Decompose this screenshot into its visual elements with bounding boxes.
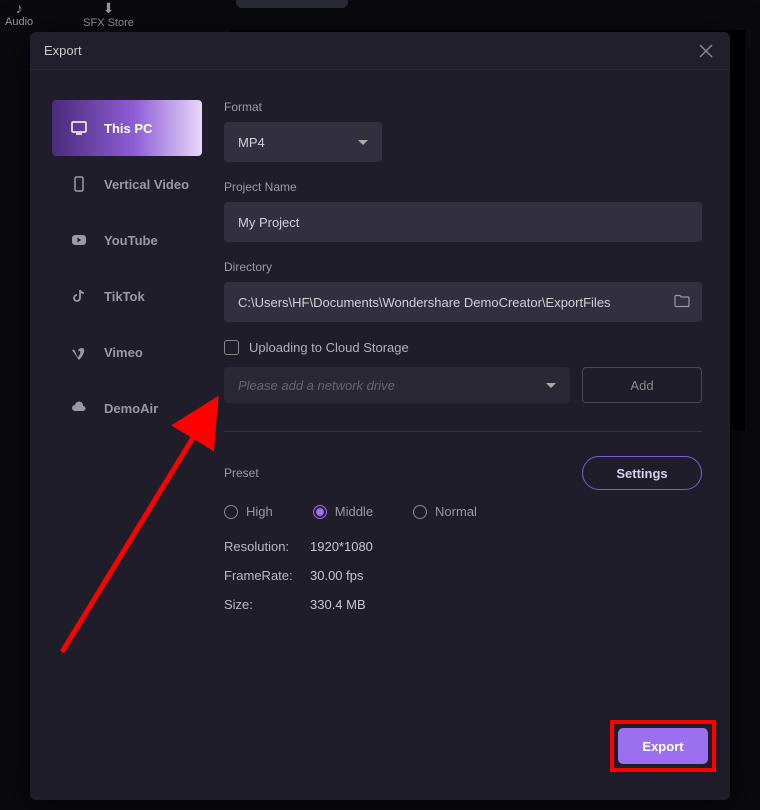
monitor-icon: [70, 119, 88, 137]
settings-button[interactable]: Settings: [582, 456, 702, 490]
sidebar-item-label: Vertical Video: [104, 177, 189, 192]
chevron-down-icon: [358, 140, 368, 145]
vimeo-icon: [70, 343, 88, 361]
close-button[interactable]: [696, 41, 716, 61]
cloud-icon: [70, 399, 88, 417]
export-button[interactable]: Export: [618, 728, 708, 764]
project-name-input[interactable]: [224, 202, 702, 242]
music-icon: ♪: [5, 0, 33, 16]
close-icon: [699, 44, 713, 58]
network-drive-placeholder: Please add a network drive: [238, 378, 395, 393]
project-name-label: Project Name: [224, 180, 702, 194]
folder-browse-button[interactable]: [674, 294, 690, 311]
bg-sfx-tab: ⬇ SFX Store: [83, 0, 134, 30]
sidebar-item-label: DemoAir: [104, 401, 158, 416]
preset-option-label: High: [246, 504, 273, 519]
preset-middle-radio[interactable]: Middle: [313, 504, 373, 519]
bg-audio-label: Audio: [5, 16, 33, 28]
tiktok-icon: [70, 287, 88, 305]
sidebar-item-label: Vimeo: [104, 345, 143, 360]
bg-audio-tab: ♪ Audio: [5, 0, 33, 30]
cloud-upload-label: Uploading to Cloud Storage: [249, 340, 409, 355]
project-name-field[interactable]: [238, 215, 688, 230]
size-label: Size:: [224, 597, 310, 612]
add-drive-button[interactable]: Add: [582, 367, 702, 403]
export-dialog: Export This PC Vertical Video: [30, 32, 730, 800]
directory-label: Directory: [224, 260, 702, 274]
chevron-down-icon: [546, 383, 556, 388]
resolution-value: 1920*1080: [310, 539, 702, 554]
store-icon: ⬇: [83, 0, 134, 17]
framerate-label: FrameRate:: [224, 568, 310, 583]
sidebar-item-label: YouTube: [104, 233, 158, 248]
output-stats: Resolution: 1920*1080 FrameRate: 30.00 f…: [224, 539, 702, 612]
radio-icon: [224, 505, 238, 519]
framerate-value: 30.00 fps: [310, 568, 702, 583]
export-sidebar: This PC Vertical Video YouTube TikTok: [30, 70, 210, 800]
sidebar-item-vertical-video[interactable]: Vertical Video: [52, 156, 202, 212]
sidebar-item-label: TikTok: [104, 289, 145, 304]
titlebar: Export: [30, 32, 730, 70]
preset-label: Preset: [224, 466, 259, 480]
sidebar-item-vimeo[interactable]: Vimeo: [52, 324, 202, 380]
dialog-title: Export: [44, 43, 82, 58]
export-button-highlight: Export: [610, 720, 716, 772]
preset-radio-group: High Middle Normal: [224, 504, 702, 519]
network-drive-select[interactable]: Please add a network drive: [224, 367, 570, 403]
folder-icon: [674, 294, 690, 308]
directory-field[interactable]: [238, 295, 688, 310]
format-label: Format: [224, 100, 702, 114]
export-form: Format MP4 Project Name Directory: [210, 70, 730, 800]
bg-chip: [236, 0, 348, 8]
preset-option-label: Middle: [335, 504, 373, 519]
background-toolbar: ♪ Audio ⬇ SFX Store: [0, 0, 760, 30]
radio-icon: [413, 505, 427, 519]
format-select[interactable]: MP4: [224, 122, 382, 162]
phone-icon: [70, 175, 88, 193]
bg-sfx-label: SFX Store: [83, 17, 134, 29]
sidebar-item-demoair[interactable]: DemoAir: [52, 380, 202, 436]
resolution-label: Resolution:: [224, 539, 310, 554]
divider: [224, 431, 702, 432]
cloud-upload-checkbox[interactable]: [224, 340, 239, 355]
sidebar-item-label: This PC: [104, 121, 152, 136]
sidebar-item-youtube[interactable]: YouTube: [52, 212, 202, 268]
sidebar-item-tiktok[interactable]: TikTok: [52, 268, 202, 324]
sidebar-item-this-pc[interactable]: This PC: [52, 100, 202, 156]
radio-icon: [313, 505, 327, 519]
format-value: MP4: [238, 135, 265, 150]
size-value: 330.4 MB: [310, 597, 702, 612]
preset-option-label: Normal: [435, 504, 477, 519]
youtube-icon: [70, 231, 88, 249]
preset-high-radio[interactable]: High: [224, 504, 273, 519]
preset-normal-radio[interactable]: Normal: [413, 504, 477, 519]
directory-input[interactable]: [224, 282, 702, 322]
